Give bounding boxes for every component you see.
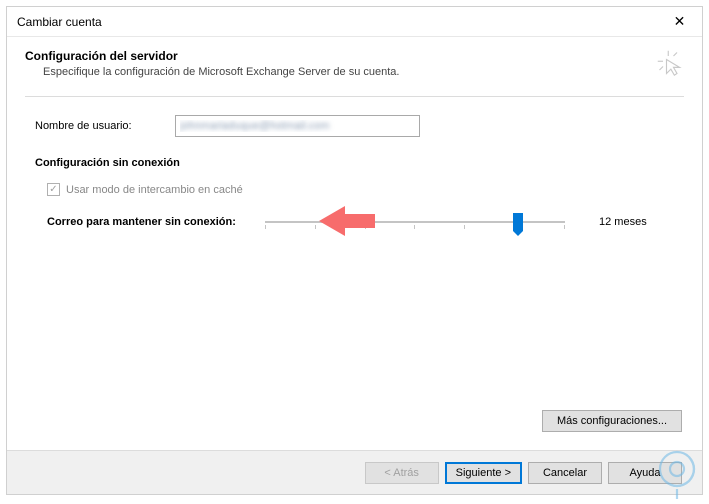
offline-slider-value: 12 meses xyxy=(599,216,647,228)
titlebar: Cambiar cuenta ✕ xyxy=(7,7,702,37)
cancel-button[interactable]: Cancelar xyxy=(528,462,602,484)
close-button[interactable]: ✕ xyxy=(657,7,702,37)
window-title: Cambiar cuenta xyxy=(17,15,102,29)
header-title: Configuración del servidor xyxy=(25,49,399,63)
header-subtitle: Especifique la configuración de Microsof… xyxy=(43,66,399,78)
offline-section-title: Configuración sin conexión xyxy=(35,157,674,169)
offline-slider[interactable] xyxy=(265,212,565,232)
close-icon: ✕ xyxy=(674,13,686,30)
cache-mode-row: ✓ Usar modo de intercambio en caché xyxy=(47,183,674,196)
slider-thumb[interactable] xyxy=(513,213,523,231)
help-button[interactable]: Ayuda xyxy=(608,462,682,484)
more-settings-button[interactable]: Más configuraciones... xyxy=(542,410,682,432)
back-button: < Atrás xyxy=(365,462,439,484)
more-settings-row: Más configuraciones... xyxy=(542,410,682,432)
username-row: Nombre de usuario: xyxy=(35,115,674,137)
form-area: Nombre de usuario: Configuración sin con… xyxy=(25,97,684,232)
cache-mode-checkbox[interactable]: ✓ xyxy=(47,183,60,196)
dialog-content: Configuración del servidor Especifique l… xyxy=(7,37,702,494)
cache-mode-label: Usar modo de intercambio en caché xyxy=(66,184,243,196)
username-input[interactable] xyxy=(175,115,420,137)
dialog-window: Cambiar cuenta ✕ Configuración del servi… xyxy=(6,6,703,495)
username-label: Nombre de usuario: xyxy=(35,120,175,132)
next-button[interactable]: Siguiente > xyxy=(445,462,522,484)
offline-slider-row: Correo para mantener sin conexión: 12 me… xyxy=(47,212,674,232)
cursor-icon xyxy=(656,49,684,77)
dialog-footer: < Atrás Siguiente > Cancelar Ayuda xyxy=(7,450,702,494)
header-row: Configuración del servidor Especifique l… xyxy=(25,49,684,78)
offline-slider-label: Correo para mantener sin conexión: xyxy=(47,216,265,228)
header-text: Configuración del servidor Especifique l… xyxy=(25,49,399,78)
